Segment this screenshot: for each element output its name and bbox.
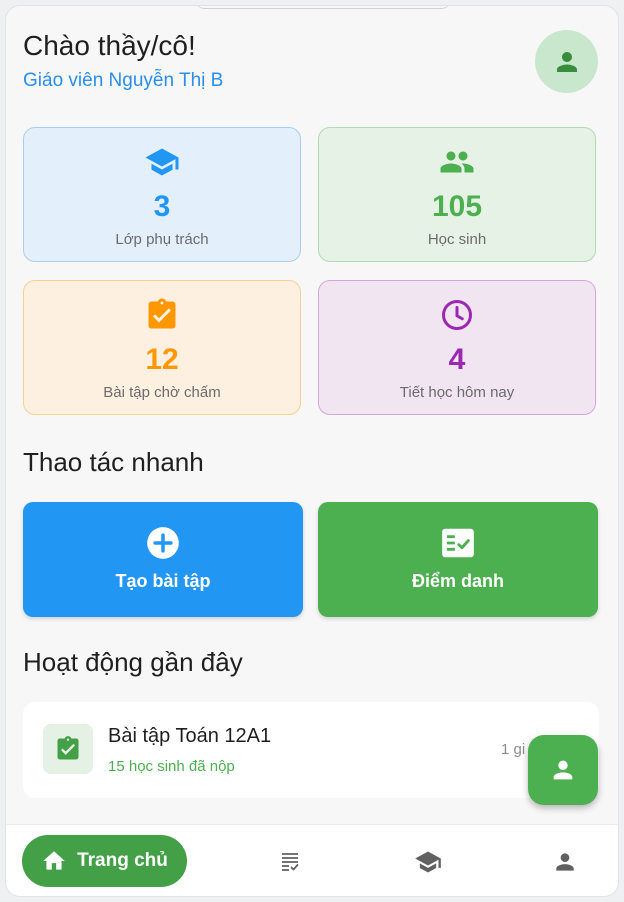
- stat-label: Tiết học hôm nay: [399, 384, 515, 401]
- fact-check-icon: [442, 528, 474, 558]
- recent-activity-title: Hoạt động gần đây: [23, 647, 243, 677]
- activity-time: 1 gi: [501, 741, 526, 758]
- stat-value: 12: [145, 343, 179, 376]
- create-assignment-label: Tạo bài tập: [115, 571, 211, 591]
- graduation-cap-icon: [415, 851, 441, 873]
- clipboard-check-icon: [148, 298, 176, 329]
- greeting-title: Chào thầy/cô!: [23, 30, 196, 61]
- people-icon: [440, 151, 474, 173]
- stat-label: Lớp phụ trách: [115, 231, 209, 248]
- nav-item-assignments[interactable]: [275, 847, 305, 877]
- stat-label: Học sinh: [427, 231, 487, 248]
- quick-actions-title: Thao tác nhanh: [23, 447, 204, 477]
- person-icon: [556, 853, 574, 871]
- attendance-label: Điểm danh: [411, 571, 504, 591]
- graduation-cap-icon: [145, 148, 179, 176]
- activity-icon-box: [43, 724, 93, 774]
- nav-home-label: Trang chủ: [77, 850, 168, 871]
- stat-value: 105: [431, 190, 483, 223]
- profile-avatar[interactable]: [535, 30, 598, 93]
- assignment-list-icon: [282, 853, 299, 871]
- device-notch: [194, 6, 452, 9]
- stat-value: 3: [153, 190, 171, 223]
- bottom-navigation: Trang chủ: [6, 824, 618, 896]
- app-screen: Chào thầy/cô! Giáo viên Nguyễn Thị B 3 L…: [6, 6, 618, 896]
- person-icon: [556, 51, 577, 72]
- stat-card-lessons-today[interactable]: 4 Tiết học hôm nay: [318, 280, 596, 415]
- stat-value: 4: [448, 343, 466, 376]
- stat-card-pending-assignments[interactable]: 12 Bài tập chờ chấm: [23, 280, 301, 415]
- floating-action-button[interactable]: [528, 735, 598, 805]
- nav-item-classes[interactable]: [413, 847, 443, 877]
- stat-label: Bài tập chờ chấm: [103, 384, 221, 401]
- add-circle-icon: [147, 527, 179, 559]
- teacher-name: Giáo viên Nguyễn Thị B: [23, 70, 224, 91]
- activity-item[interactable]: Bài tập Toán 12A1 15 học sinh đã nộp 1 g…: [23, 702, 599, 798]
- stat-card-classes[interactable]: 3 Lớp phụ trách: [23, 127, 301, 262]
- person-icon: [553, 760, 573, 780]
- create-assignment-button[interactable]: Tạo bài tập: [23, 502, 303, 617]
- attendance-button[interactable]: Điểm danh: [318, 502, 598, 617]
- clock-icon: [442, 300, 472, 330]
- activity-title: Bài tập Toán 12A1: [108, 725, 272, 747]
- home-icon: [43, 851, 65, 870]
- clipboard-check-icon: [57, 736, 79, 760]
- nav-item-home[interactable]: Trang chủ: [22, 835, 187, 887]
- nav-item-profile[interactable]: [550, 847, 580, 877]
- activity-subtitle: 15 học sinh đã nộp: [108, 758, 235, 775]
- stat-card-students[interactable]: 105 Học sinh: [318, 127, 596, 262]
